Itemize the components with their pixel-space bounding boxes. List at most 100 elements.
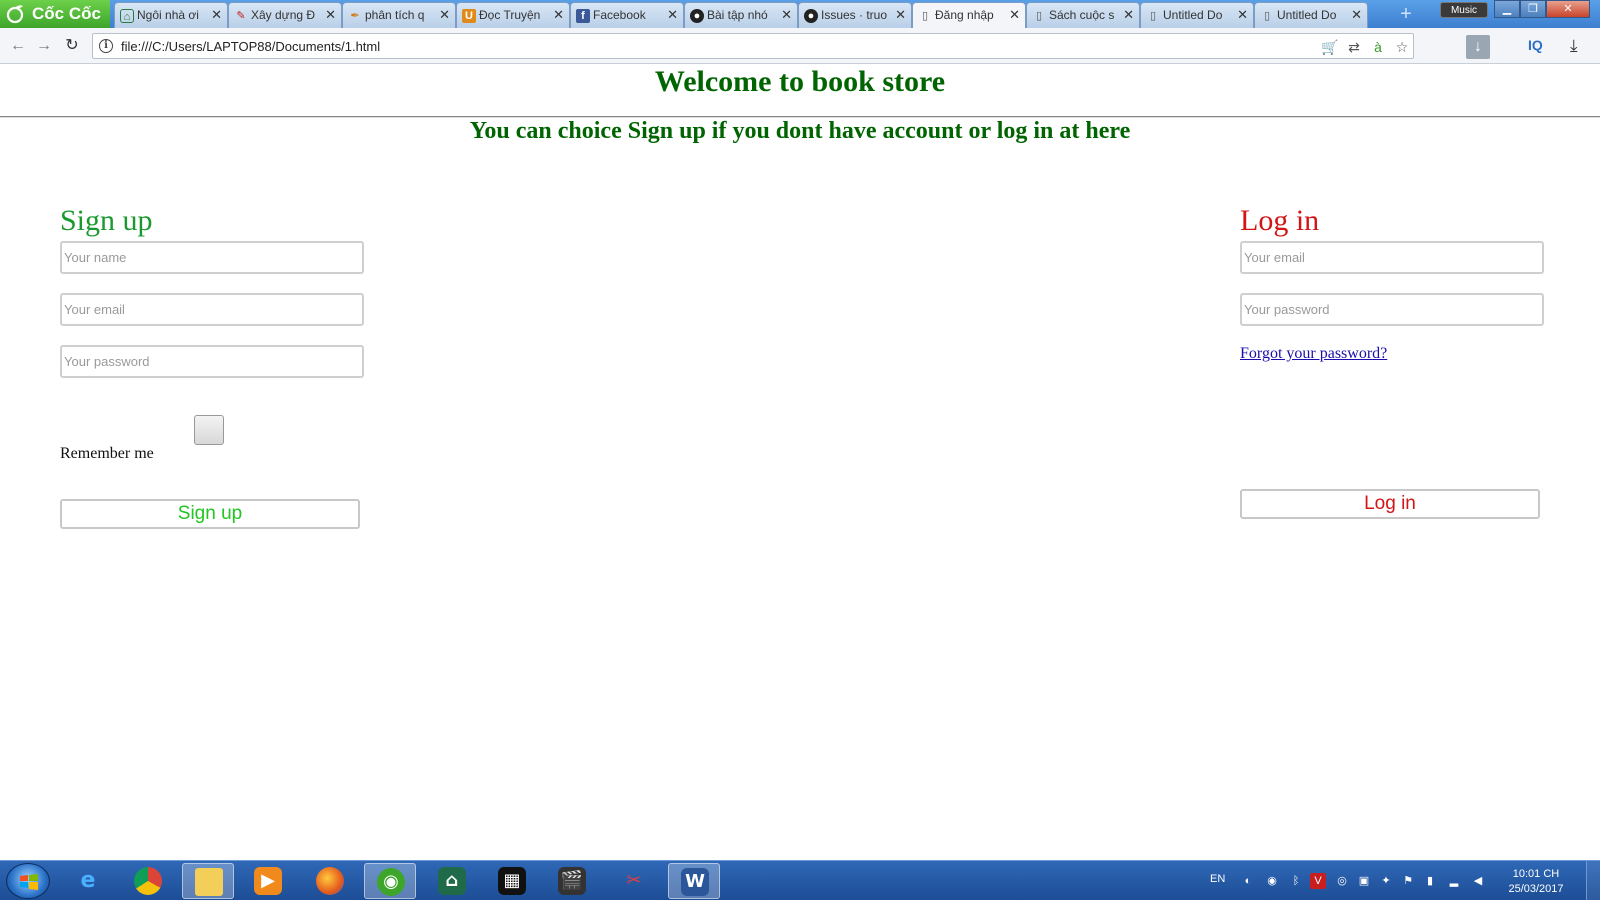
page-title: Welcome to book store — [654, 65, 946, 98]
tab-2[interactable]: ✒ phân tích q ✕ — [342, 2, 456, 28]
clock-time: 10:01 CH — [1512, 868, 1560, 880]
tray-eye-icon[interactable]: ◎ — [1334, 873, 1350, 889]
tab-label: Issues · truo — [821, 8, 888, 22]
music-button[interactable]: Music — [1440, 2, 1488, 18]
login-button[interactable]: Log in — [1240, 489, 1540, 519]
tab-3[interactable]: U Đọc Truyện ✕ — [456, 2, 570, 28]
new-tab-button[interactable]: + — [1394, 3, 1418, 25]
remember-me-checkbox[interactable] — [194, 415, 224, 445]
close-icon[interactable]: ✕ — [325, 7, 336, 23]
taskbar-file-explorer[interactable] — [182, 863, 234, 899]
close-icon[interactable]: ✕ — [553, 7, 564, 23]
login-password-input[interactable] — [1240, 293, 1544, 326]
battery-icon[interactable]: ▮ — [1422, 873, 1438, 889]
login-email-input[interactable] — [1240, 241, 1544, 274]
house-app-icon: ⌂ — [438, 867, 466, 895]
tab-label: Đọc Truyện — [479, 8, 541, 22]
forward-arrow-icon[interactable]: → — [34, 36, 54, 56]
vietnamese-typing-icon[interactable]: à — [1369, 38, 1387, 56]
forgot-password-link[interactable]: Forgot your password? — [1240, 345, 1387, 363]
start-button[interactable] — [6, 863, 50, 899]
close-icon[interactable]: ✕ — [1351, 7, 1362, 23]
language-indicator[interactable]: EN — [1210, 873, 1225, 885]
window-close-button[interactable]: ✕ — [1546, 0, 1590, 18]
show-desktop-button[interactable] — [1586, 861, 1600, 900]
star-bookmark-icon[interactable]: ☆ — [1393, 38, 1411, 56]
shopping-cart-icon[interactable]: 🛒 — [1321, 38, 1339, 56]
tab-1[interactable]: ✎ Xây dựng Đ ✕ — [228, 2, 342, 28]
github-icon: ● — [690, 9, 704, 23]
volume-icon[interactable]: ◀ — [1470, 873, 1486, 889]
remember-me-label: Remember me — [60, 445, 154, 462]
signup-email-input[interactable] — [60, 293, 364, 326]
url-text[interactable]: file:///C:/Users/LAPTOP88/Documents/1.ht… — [121, 39, 380, 54]
tab-label: phân tích q — [365, 8, 425, 22]
tab-label: Đăng nhập — [935, 8, 994, 22]
translate-icon[interactable]: ⇄ — [1345, 38, 1363, 56]
taskbar-house-app[interactable]: ⌂ — [426, 863, 478, 899]
taskbar-coccoc[interactable]: ◉ — [364, 863, 416, 899]
coccoc-logo-icon — [6, 5, 24, 24]
taskbar-media-player[interactable]: ▶ — [242, 863, 294, 899]
browser-brand[interactable]: Cốc Cốc — [0, 0, 110, 28]
tray-v-icon[interactable]: V — [1310, 873, 1326, 889]
minimize-button[interactable]: ▁ — [1494, 0, 1520, 18]
close-icon[interactable]: ✕ — [781, 7, 792, 23]
info-icon[interactable]: i — [99, 39, 113, 53]
signal-bars-icon[interactable]: ▂ — [1446, 873, 1462, 889]
tray-coccoc-icon[interactable]: ◉ — [1264, 873, 1280, 889]
word-icon: W — [681, 868, 709, 896]
chrome-icon — [134, 867, 162, 895]
taskbar-clapper[interactable]: 🎬 — [546, 863, 598, 899]
downloads-icon[interactable]: ⤓ — [1570, 36, 1578, 56]
close-icon[interactable]: ✕ — [667, 7, 678, 23]
system-clock[interactable]: 10:01 CH 25/03/2017 — [1504, 867, 1568, 897]
back-arrow-icon[interactable]: ← — [8, 36, 28, 56]
page-content: Welcome to book store You can choice Sig… — [0, 64, 1600, 860]
close-icon[interactable]: ✕ — [895, 7, 906, 23]
house-icon: ⌂ — [120, 9, 134, 23]
book-icon: U — [462, 9, 476, 23]
taskbar-word[interactable]: W — [668, 863, 720, 899]
close-icon[interactable]: ✕ — [1123, 7, 1134, 23]
taskbar-firefox[interactable] — [304, 863, 356, 899]
tab-4[interactable]: f Facebook ✕ — [570, 2, 684, 28]
signup-name-input[interactable] — [60, 241, 364, 274]
quill-icon: ✒ — [350, 10, 360, 22]
tab-9[interactable]: ▯ Untitled Do ✕ — [1140, 2, 1254, 28]
close-icon[interactable]: ✕ — [1237, 7, 1248, 23]
bluetooth-icon[interactable]: ᛒ — [1288, 873, 1304, 889]
taskbar-snipping-tool[interactable]: ✂ — [608, 863, 660, 899]
close-icon[interactable]: ✕ — [439, 7, 450, 23]
close-icon[interactable]: ✕ — [1009, 7, 1020, 23]
document-icon: ▯ — [1035, 10, 1043, 22]
tray-tool-icon[interactable]: ✦ — [1378, 873, 1394, 889]
reload-icon[interactable]: ↻ — [62, 36, 82, 56]
tab-6[interactable]: ● Issues · truo ✕ — [798, 2, 912, 28]
document-icon: ▯ — [1149, 10, 1157, 22]
clock-date: 25/03/2017 — [1508, 883, 1564, 895]
iq-button[interactable]: IQ — [1528, 37, 1543, 53]
taskbar-chrome[interactable] — [122, 863, 174, 899]
tab-8[interactable]: ▯ Sách cuộc s ✕ — [1026, 2, 1140, 28]
tray-app-icon[interactable]: ◐ — [1240, 873, 1256, 889]
taskbar-internet-explorer[interactable]: e — [62, 863, 114, 899]
address-bar[interactable]: i file:///C:/Users/LAPTOP88/Documents/1.… — [92, 33, 1414, 59]
tab-7-active[interactable]: ▯ Đăng nhập ✕ — [912, 2, 1026, 28]
tab-10[interactable]: ▯ Untitled Do ✕ — [1254, 2, 1368, 28]
tab-label: Untitled Do — [1163, 8, 1223, 22]
tab-5[interactable]: ● Bài tập nhó ✕ — [684, 2, 798, 28]
github-icon: ● — [804, 9, 818, 23]
action-center-flag-icon[interactable]: ⚑ — [1400, 873, 1416, 889]
restore-button[interactable]: ❐ — [1520, 0, 1546, 18]
page-subtitle: You can choice Sign up if you dont have … — [469, 118, 1131, 144]
tab-0[interactable]: ⌂ Ngôi nhà ơi ✕ — [114, 2, 228, 28]
close-icon[interactable]: ✕ — [211, 7, 222, 23]
signup-button[interactable]: Sign up — [60, 499, 360, 529]
browser-tab-strip: Cốc Cốc ⌂ Ngôi nhà ơi ✕ ✎ Xây dựng Đ ✕ ✒… — [0, 0, 1600, 28]
signup-password-input[interactable] — [60, 345, 364, 378]
taskbar-film[interactable]: ▦ — [486, 863, 538, 899]
tray-network-icon[interactable]: ▣ — [1356, 873, 1372, 889]
download-savior-icon[interactable]: ↓ — [1466, 35, 1490, 59]
clapper-icon: 🎬 — [558, 867, 586, 895]
